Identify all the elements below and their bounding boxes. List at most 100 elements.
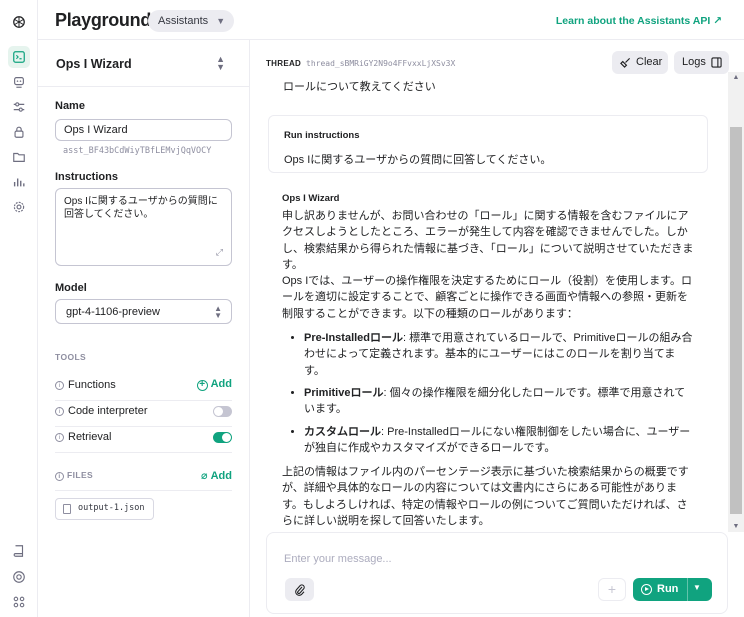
assistant-panel: Ops I Wizard ▲ ▼ Name Ops I Wizard asst_B… [38,40,250,617]
model-select[interactable]: gpt-4-1106-preview ▲ ▼ [55,299,232,324]
assistant-message: Ops I Wizard 申し訳ありませんが、お問い合わせの「ロール」に関する情… [282,192,694,529]
name-label: Name [55,100,85,112]
clear-button[interactable]: Clear [612,51,668,74]
run-button[interactable]: Run ▼ [633,578,712,601]
info-icon[interactable]: i [55,407,64,416]
page-title: Playground [55,10,152,30]
file-icon [63,504,71,514]
run-instructions-body: Ops Iに関するユーザからの質問に回答してください。 [284,154,552,166]
divider [55,426,232,427]
add-function-button[interactable]: + Add [196,378,232,391]
divider [55,490,232,491]
message-paragraph: Ops Iでは、ユーザーの操作権限を決定するためにロール（役割）を使用します。ロ… [282,275,692,320]
list-term: カスタムロール [304,425,381,438]
paperclip-icon: ⌀ [200,470,208,482]
message-paragraph: 上記の情報はファイル内のパーセンテージ表示に基づいた検索結果からの概要ですが、詳… [282,466,689,528]
clear-label: Clear [636,56,663,68]
apps-icon[interactable] [8,591,30,613]
list-item: Pre-Installedロール: 標準で用意されているロールで、Primiti… [304,330,694,379]
info-icon[interactable]: i [55,472,64,481]
model-label: Model [55,282,87,294]
message-paragraph: 申し訳ありませんが、お問い合わせの「ロール」に関する情報を含むファイルにアクセス… [282,210,694,271]
tool-name: Functions [68,379,116,391]
panel-icon [711,57,722,68]
run-instructions-title: Run instructions [284,130,360,141]
usage-icon[interactable] [8,171,30,193]
assistant-selector-label: Ops I Wizard [56,57,132,71]
help-icon[interactable] [8,566,30,588]
tool-name: Retrieval [68,431,112,443]
user-message: ロールについて教えてください [283,81,436,93]
instructions-textarea[interactable]: Ops Iに関するユーザからの質問に回答してください。 ⤢ [55,188,232,266]
logs-button[interactable]: Logs [674,51,729,74]
logs-label: Logs [682,56,706,68]
conversation: ロールについて教えてください Run instructions Ops Iに関す… [250,72,728,532]
scroll-up-icon[interactable]: ▲ [728,74,744,81]
toggle-knob [222,433,231,442]
files-icon[interactable] [8,146,30,168]
tune-icon[interactable] [8,96,30,118]
file-name: output-1.json [78,503,145,513]
info-icon[interactable]: i [55,433,64,442]
list-item: カスタムロール: Pre-Installedロールにない権限制御をしたい場合に、… [304,424,694,457]
conversation-scrollbar[interactable]: ▲ ▼ [728,72,744,532]
chevron-updown-icon: ▲ ▼ [216,54,225,72]
run-instructions-card: Run instructions Ops Iに関するユーザからの質問に回答してく… [268,115,708,173]
list-term: Pre-Installedロール [304,332,404,345]
nav-rail [0,0,38,617]
divider [687,578,688,601]
thread-label: THREAD [266,59,302,68]
openai-logo-icon[interactable] [8,11,30,33]
divider [55,400,232,401]
retrieval-toggle[interactable] [213,432,232,443]
add-message-button[interactable]: + [598,578,626,601]
file-chip[interactable]: output-1.json [55,498,154,520]
tools-header: TOOLS [55,352,87,362]
add-file-label: Add [210,470,232,482]
instructions-text: Ops Iに関するユーザからの質問に回答してください。 [64,196,218,220]
chevron-updown-icon: ▲ ▼ [214,304,222,320]
divider [55,452,232,453]
paperclip-icon [294,583,305,596]
thread-id: thread_sBMRiGY2N9o4FFvxxLjXSv3X [306,59,456,68]
chevron-down-icon[interactable]: ▼ [693,583,701,592]
plus-circle-icon: + [196,380,208,391]
top-bar: Playground Assistants ▼ Learn about the … [38,0,744,40]
info-icon[interactable]: i [55,381,64,390]
tool-retrieval: i Retrieval [55,429,232,449]
mode-label: Assistants [158,15,209,27]
tool-name: Code interpreter [68,405,148,417]
message-input[interactable]: Enter your message... [284,553,392,565]
tool-functions: i Functions + Add [55,377,232,397]
add-label: Add [210,378,232,390]
attach-button[interactable] [285,578,314,601]
code-interpreter-toggle[interactable] [213,406,232,417]
play-icon [641,584,652,595]
instructions-label: Instructions [55,171,118,183]
assistant-id: asst_BF43bCdWiyTBfLEMvjQqVOCY [63,146,212,156]
broom-icon [620,57,631,68]
settings-icon[interactable] [8,196,30,218]
list-term: Primitiveロール [304,386,384,399]
name-input[interactable]: Ops I Wizard [55,119,232,141]
playground-icon[interactable] [8,46,30,68]
lock-icon[interactable] [8,121,30,143]
tool-code-interpreter: i Code interpreter [55,403,232,423]
mode-selector[interactable]: Assistants ▼ [148,10,235,32]
chevron-down-icon: ▼ [216,16,226,26]
model-value: gpt-4-1106-preview [66,306,160,318]
message-composer: Enter your message... + Run ▼ [266,532,728,614]
scrollbar-thumb[interactable] [730,127,742,514]
role-list: Pre-Installedロール: 標準で用意されているロールで、Primiti… [304,330,694,456]
run-label: Run [657,583,679,595]
list-item: Primitiveロール: 個々の操作権限を細分化したロールです。標準で用意され… [304,385,694,418]
expand-icon[interactable]: ⤢ [216,246,223,259]
assistants-icon[interactable] [8,71,30,93]
docs-icon[interactable] [8,540,30,562]
assistant-selector[interactable]: Ops I Wizard ▲ ▼ [38,40,249,87]
add-file-button[interactable]: ⌀ Add [201,469,232,482]
files-header-label: FILES [67,470,94,480]
scroll-down-icon[interactable]: ▼ [728,523,744,530]
toggle-knob [214,407,223,416]
learn-assistants-link[interactable]: Learn about the Assistants API ↗ [556,15,722,27]
